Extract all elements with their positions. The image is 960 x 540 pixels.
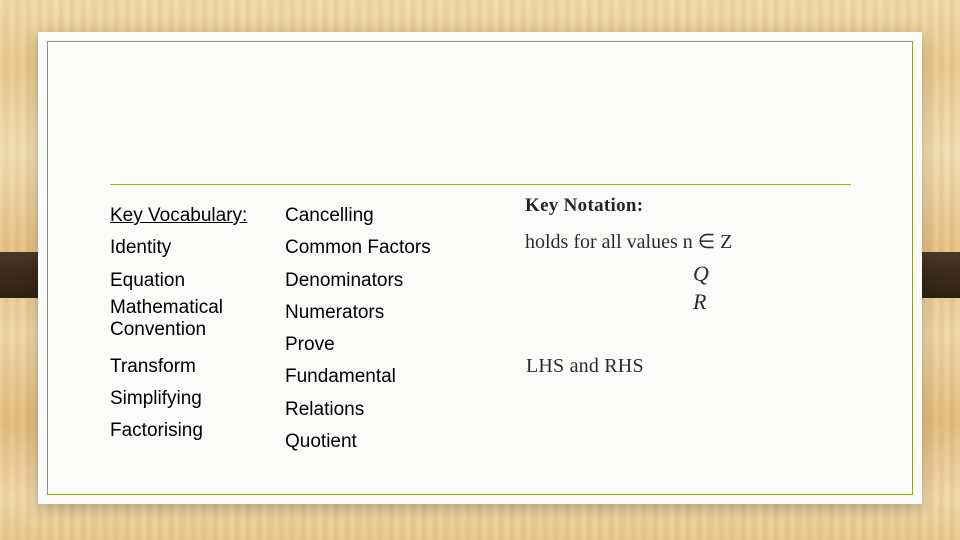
key-notation-heading: Key Notation: [522,195,644,216]
horizontal-divider [110,184,851,185]
vocabulary-term-numerators: Numerators [285,301,385,323]
symbol-rational-q: Q [693,261,709,286]
vocabulary-term-fundamental: Fundamental [285,366,396,388]
key-vocabulary-heading: Key Vocabulary: [110,205,248,226]
key-notation-lhs-rhs: LHS and RHS [526,355,644,377]
vocabulary-term-equation: Equation [110,269,186,291]
vocabulary-term-denominators: Denominators [285,269,404,291]
vocabulary-term-simplifying: Simplifying [110,388,202,409]
key-vocabulary-block: Key Vocabulary: Identity Equation Mathem… [110,200,510,458]
vocabulary-term-identity: Identity [110,237,172,259]
symbol-real-r: R [693,288,707,314]
vocabulary-term-mathematical-convention-line1: Mathematical [110,296,223,318]
vocabulary-term-quotient: Quotient [285,431,357,453]
vocabulary-term-relations: Relations [285,398,365,420]
key-notation-symbols: Q R [693,260,915,315]
vocabulary-term-mathematical-convention-line2: Convention [110,319,207,341]
vocabulary-term-transform: Transform [110,355,196,377]
vocabulary-term-mathematical-convention: Mathematical Convention [110,297,285,342]
vocabulary-term-cancelling: Cancelling [285,205,374,226]
key-notation-holds-statement: holds for all values n ∈ Z [525,231,733,253]
vocabulary-column-left: Key Vocabulary: Identity Equation Mathem… [110,200,285,458]
vocabulary-term-common-factors: Common Factors [285,237,431,259]
desk-background: Key Vocabulary: Identity Equation Mathem… [0,0,960,540]
key-notation-block: Key Notation: holds for all values n ∈ Z… [522,195,915,377]
vocabulary-column-right: Cancelling Common Factors Denominators N… [285,200,500,458]
vocabulary-term-factorising: Factorising [110,420,203,442]
vocabulary-term-prove: Prove [285,334,335,356]
slide-page: Key Vocabulary: Identity Equation Mathem… [38,32,922,504]
